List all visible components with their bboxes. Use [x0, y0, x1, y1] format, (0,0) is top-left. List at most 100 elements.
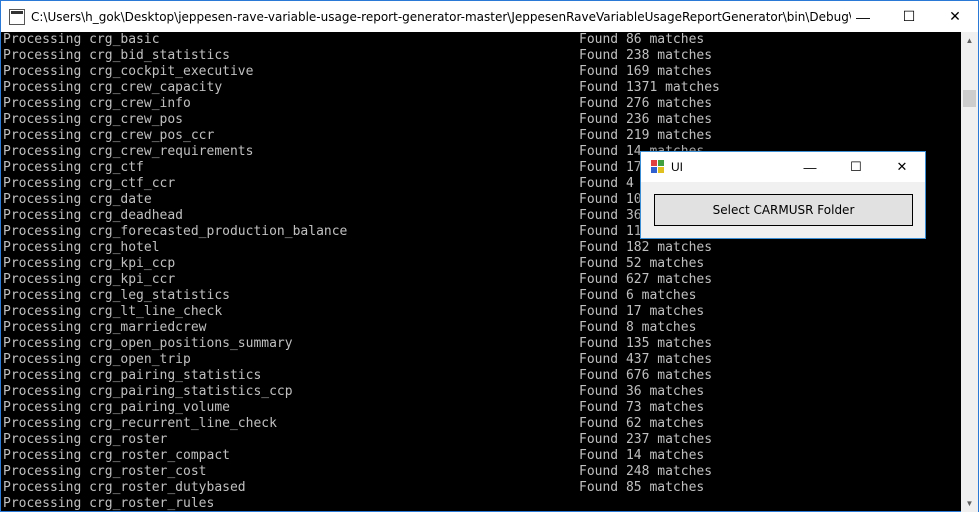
found-text: Found 85 matches	[579, 480, 705, 495]
processing-text: Processing crg_open_positions_summary	[3, 336, 293, 351]
select-carmusr-folder-button[interactable]: Select CARMUSR Folder	[654, 194, 913, 226]
console-window: C:\Users\h_gok\Desktop\jeppesen-rave-var…	[0, 0, 979, 512]
found-text: Found 676 matches	[579, 368, 713, 383]
console-line: Processing crg_lt_line_check Found 17 mat…	[1, 304, 961, 320]
found-text: Found 62 matches	[579, 416, 705, 431]
dialog-title: UI	[671, 160, 683, 174]
processing-text: Processing crg_recurrent_line_check	[3, 416, 277, 431]
found-text: Found 169 matches	[579, 64, 713, 79]
found-text: Found 17 matches	[579, 304, 705, 319]
found-text: Found 10	[579, 192, 642, 207]
found-text: Found 36 matches	[579, 384, 705, 399]
console-output[interactable]: Processing crg_basic Found 86 matches Proc…	[1, 32, 961, 512]
console-app-icon	[9, 8, 25, 25]
processing-text: Processing crg_open_trip	[3, 352, 191, 367]
found-text: Found 238 matches	[579, 48, 713, 63]
processing-text: Processing crg_roster_dutybased	[3, 480, 246, 495]
processing-text: Processing crg_crew_requirements	[3, 144, 254, 159]
found-text: Found 36	[579, 208, 642, 223]
console-title: C:\Users\h_gok\Desktop\jeppesen-rave-var…	[31, 9, 851, 24]
found-text: Found 248 matches	[579, 464, 713, 479]
console-line: Processing crg_crew_capacity Found 1371 m…	[1, 80, 961, 96]
processing-text: Processing crg_roster	[3, 432, 168, 447]
console-line: Processing crg_pairing_statistics Found 6…	[1, 368, 961, 384]
processing-text: Processing crg_roster_cost	[3, 464, 207, 479]
console-line: Processing crg_kpi_ccr Found 627 matches	[1, 272, 961, 288]
console-line: Processing crg_crew_info Found 276 matche…	[1, 96, 961, 112]
console-line: Processing crg_pairing_statistics_ccp Fou…	[1, 384, 961, 400]
winforms-app-icon	[651, 160, 665, 174]
found-text: Found 17	[579, 160, 642, 175]
console-line: Processing crg_crew_pos_ccr Found 219 mat…	[1, 128, 961, 144]
processing-text: Processing crg_crew_info	[3, 96, 191, 111]
console-line: Processing crg_crew_pos Found 236 matches	[1, 112, 961, 128]
found-text: Found 52 matches	[579, 256, 705, 271]
found-text: Found 276 matches	[579, 96, 713, 111]
console-line: Processing crg_recurrent_line_check Found…	[1, 416, 961, 432]
scroll-up-arrow-icon[interactable]: ▲	[961, 32, 978, 49]
console-scrollbar[interactable]: ▲ ▼	[961, 32, 978, 512]
found-text: Found 8 matches	[579, 320, 697, 335]
found-text: Found 182 matches	[579, 240, 713, 255]
ui-dialog: UI — ☐ ✕ Select CARMUSR Folder	[640, 151, 926, 239]
processing-text: Processing crg_basic	[3, 32, 160, 47]
processing-text: Processing crg_ctf	[3, 160, 144, 175]
found-text: Found 4	[579, 176, 634, 191]
scroll-down-arrow-icon[interactable]: ▼	[961, 495, 978, 512]
processing-text: Processing crg_kpi_ccr	[3, 272, 176, 287]
processing-text: Processing crg_ctf_ccr	[3, 176, 176, 191]
processing-text: Processing crg_forecasted_production_bal…	[3, 224, 348, 239]
dialog-maximize-button[interactable]: ☐	[833, 152, 879, 182]
console-window-controls: — ☐ ✕	[840, 1, 978, 32]
console-line: Processing crg_roster_dutybased Found 85 …	[1, 480, 961, 496]
dialog-minimize-button[interactable]: —	[787, 152, 833, 182]
processing-text: Processing crg_pairing_statistics_ccp	[3, 384, 293, 399]
processing-text: Processing crg_crew_pos	[3, 112, 184, 127]
processing-text: Processing crg_pairing_volume	[3, 400, 230, 415]
found-text: Found 135 matches	[579, 336, 713, 351]
processing-text: Processing crg_deadhead	[3, 208, 184, 223]
found-text: Found 437 matches	[579, 352, 713, 367]
console-line: Processing crg_bid_statistics Found 238 m…	[1, 48, 961, 64]
console-line: Processing crg_roster_rules	[1, 496, 961, 512]
found-text: Found 219 matches	[579, 128, 713, 143]
found-text: Found 14 matches	[579, 448, 705, 463]
processing-text: Processing crg_roster_rules	[3, 496, 215, 511]
console-line: Processing crg_hotel Found 182 matches	[1, 240, 961, 256]
console-line: Processing crg_open_trip Found 437 matche…	[1, 352, 961, 368]
found-text: Found 627 matches	[579, 272, 713, 287]
processing-text: Processing crg_leg_statistics	[3, 288, 230, 303]
processing-text: Processing crg_bid_statistics	[3, 48, 230, 63]
console-titlebar[interactable]: C:\Users\h_gok\Desktop\jeppesen-rave-var…	[1, 1, 978, 32]
console-line: Processing crg_kpi_ccp Found 52 matches	[1, 256, 961, 272]
processing-text: Processing crg_crew_capacity	[3, 80, 223, 95]
close-button[interactable]: ✕	[932, 1, 978, 32]
console-line: Processing crg_pairing_volume Found 73 ma…	[1, 400, 961, 416]
found-text: Found 237 matches	[579, 432, 713, 447]
processing-text: Processing crg_roster_compact	[3, 448, 230, 463]
found-text: Found 73 matches	[579, 400, 705, 415]
minimize-button[interactable]: —	[840, 1, 886, 32]
console-line: Processing crg_leg_statistics Found 6 mat…	[1, 288, 961, 304]
processing-text: Processing crg_hotel	[3, 240, 160, 255]
scroll-thumb[interactable]	[963, 90, 976, 107]
processing-text: Processing crg_kpi_ccp	[3, 256, 176, 271]
found-text: Found 86 matches	[579, 32, 705, 47]
processing-text: Processing crg_marriedcrew	[3, 320, 207, 335]
console-line: Processing crg_roster_compact Found 14 ma…	[1, 448, 961, 464]
dialog-titlebar[interactable]: UI — ☐ ✕	[641, 152, 925, 182]
processing-text: Processing crg_pairing_statistics	[3, 368, 262, 383]
found-text: Found 236 matches	[579, 112, 713, 127]
console-line: Processing crg_marriedcrew Found 8 matche…	[1, 320, 961, 336]
console-line: Processing crg_basic Found 86 matches	[1, 32, 961, 48]
processing-text: Processing crg_cockpit_executive	[3, 64, 254, 79]
console-line: Processing crg_open_positions_summary Fou…	[1, 336, 961, 352]
console-line: Processing crg_roster Found 237 matches	[1, 432, 961, 448]
dialog-window-controls: — ☐ ✕	[787, 152, 925, 182]
found-text: Found 11	[579, 224, 642, 239]
processing-text: Processing crg_date	[3, 192, 152, 207]
dialog-close-button[interactable]: ✕	[879, 152, 925, 182]
console-line: Processing crg_roster_cost Found 248 matc…	[1, 464, 961, 480]
maximize-button[interactable]: ☐	[886, 1, 932, 32]
found-text: Found 1371 matches	[579, 80, 720, 95]
